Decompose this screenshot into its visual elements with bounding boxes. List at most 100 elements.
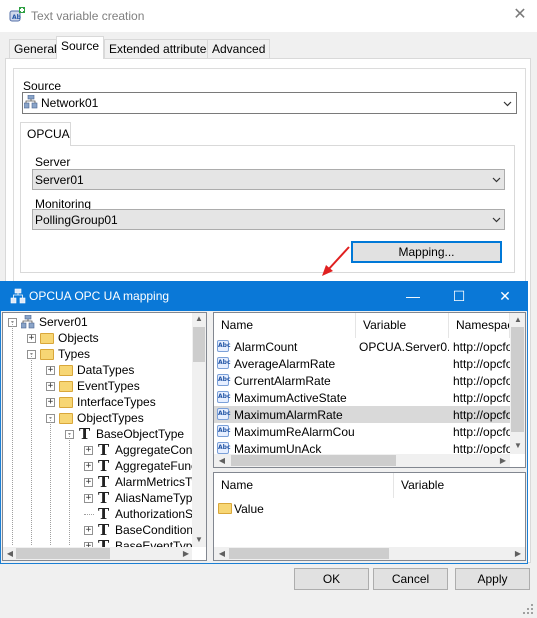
scroll-left-icon[interactable]: ◀	[4, 549, 16, 559]
list-row[interactable]: AbcMaximumActiveState http://opcfour	[214, 389, 510, 406]
folder-icon	[59, 413, 73, 424]
close-icon[interactable]: ✕	[508, 4, 532, 26]
column-header-name[interactable]: Name	[214, 473, 394, 498]
object-type-icon: T	[98, 489, 110, 507]
scroll-left-icon[interactable]: ◀	[216, 549, 228, 559]
expand-icon[interactable]: +	[46, 366, 55, 375]
list-row[interactable]: Abc AlarmCount OPCUA.Server0... http://opcf…	[214, 338, 510, 355]
scroll-up-icon[interactable]: ▲	[193, 314, 205, 324]
tree-node[interactable]: - T BaseObjectType	[0, 426, 190, 442]
list-row[interactable]: AbcMaximumReAlarmCount http://opcfour	[214, 423, 510, 440]
list-row[interactable]: Value	[214, 500, 524, 517]
chevron-down-icon	[492, 177, 501, 183]
tab-advanced[interactable]: Advanced	[207, 39, 271, 58]
tree-node-label: DataTypes	[77, 363, 135, 377]
column-header-namespace[interactable]: Namespace	[449, 313, 510, 338]
object-type-icon: T	[79, 425, 91, 443]
tree-vertical-scroll-thumb[interactable]	[193, 327, 205, 362]
tree-node[interactable]: + T AggregateFunc	[0, 457, 197, 475]
object-type-icon: T	[98, 441, 110, 459]
tree-node[interactable]: + DataTypes	[0, 362, 190, 378]
tree-node-label: InterfaceTypes	[77, 395, 156, 409]
scroll-down-icon[interactable]: ▼	[193, 535, 205, 545]
source-value: Network01	[41, 96, 99, 110]
scroll-right-icon[interactable]: ▶	[180, 549, 192, 559]
list-row[interactable]: AbcCurrentAlarmRate http://opcfour	[214, 372, 510, 389]
expand-icon[interactable]: +	[46, 398, 55, 407]
expand-icon[interactable]: +	[84, 446, 93, 455]
tree-node[interactable]: - Types	[0, 346, 190, 362]
tree-node[interactable]: + T BaseConditionC	[0, 522, 202, 538]
mapping-button[interactable]: Mapping...	[351, 241, 502, 263]
mapping-window-title: OPCUA OPC UA mapping	[29, 289, 170, 303]
expand-icon[interactable]: +	[84, 526, 93, 535]
tab-opcua[interactable]: OPCUA	[20, 122, 71, 146]
tree-node[interactable]: + InterfaceTypes	[0, 394, 190, 410]
expand-icon[interactable]: +	[84, 462, 93, 471]
cell-name: AlarmCount	[234, 340, 298, 354]
resize-grip-icon[interactable]	[522, 603, 534, 615]
tree-node-label: Server01	[39, 315, 88, 329]
cancel-button[interactable]: Cancel	[373, 568, 448, 590]
list-row[interactable]: AbcMaximumAlarmRate http://opcfour	[214, 406, 510, 423]
tree-node[interactable]: + Objects	[0, 330, 190, 346]
tree-node[interactable]: + EventTypes	[0, 378, 190, 394]
close-icon[interactable]: ✕	[482, 281, 528, 311]
scroll-right-icon[interactable]: ▶	[512, 549, 524, 559]
object-type-icon: T	[98, 457, 110, 475]
cell-name: AverageAlarmRate	[234, 357, 336, 371]
tree-node[interactable]: + T AlarmMetricsTy	[0, 474, 198, 490]
sub-list-horizontal-scroll-thumb[interactable]	[229, 548, 389, 559]
tree-node[interactable]: T AuthorizationSe	[0, 506, 200, 522]
cell-name: Value	[234, 502, 264, 516]
cell-name: MaximumAlarmRate	[234, 408, 343, 422]
tree-node-label: AuthorizationSe	[115, 507, 200, 521]
chevron-down-icon	[503, 101, 512, 107]
column-header-variable[interactable]: Variable	[394, 473, 525, 498]
tree-connector	[84, 514, 94, 515]
expand-icon[interactable]: +	[84, 478, 93, 487]
ok-button[interactable]: OK	[294, 568, 369, 590]
expand-icon[interactable]: +	[46, 382, 55, 391]
tree-node-label: AggregateConf	[115, 443, 196, 457]
scroll-up-icon[interactable]: ▲	[512, 315, 524, 325]
folder-icon	[40, 349, 54, 360]
minimize-icon[interactable]: —	[390, 281, 436, 311]
cell-namespace: http://opcfour	[453, 374, 510, 388]
list-row[interactable]: AbcAverageAlarmRate http://opcfour	[214, 355, 510, 372]
column-header-name[interactable]: Name	[214, 313, 356, 338]
tree-node[interactable]: + T AliasNameType	[0, 489, 199, 507]
chevron-down-icon	[492, 217, 501, 223]
expand-icon[interactable]: +	[27, 334, 36, 343]
cell-name: CurrentAlarmRate	[234, 374, 331, 388]
tree-node[interactable]: - Server01	[0, 314, 190, 330]
svg-text:Ab: Ab	[12, 14, 22, 21]
tab-extended-attributes[interactable]: Extended attributes	[104, 39, 218, 58]
folder-icon	[40, 333, 54, 344]
cell-namespace: http://opcfour	[453, 391, 510, 405]
tree-node[interactable]: + T AggregateConf	[0, 441, 196, 459]
cell-namespace: http://opcfour	[453, 340, 510, 354]
string-variable-icon: Abc	[217, 425, 231, 437]
server-combo[interactable]	[32, 169, 505, 190]
list-horizontal-scroll-thumb[interactable]	[231, 455, 396, 466]
tab-source[interactable]: Source	[56, 36, 105, 59]
app-icon: Ab	[9, 7, 25, 22]
tree-node[interactable]: - ObjectTypes	[0, 410, 190, 426]
tree-node-label: Objects	[58, 331, 99, 345]
maximize-icon[interactable]: ☐	[436, 281, 482, 311]
expand-icon[interactable]: +	[84, 494, 93, 503]
scroll-right-icon[interactable]: ▶	[497, 456, 509, 466]
column-header-variable[interactable]: Variable	[356, 313, 449, 338]
tree-horizontal-scroll-thumb[interactable]	[16, 548, 110, 559]
server-icon	[21, 315, 35, 329]
tab-general[interactable]: General	[9, 39, 62, 58]
list-vertical-scroll-thumb[interactable]	[511, 327, 524, 432]
apply-button[interactable]: Apply	[455, 568, 530, 590]
scroll-left-icon[interactable]: ◀	[216, 456, 228, 466]
tree-guide-line	[50, 418, 51, 545]
tree-node-label: ObjectTypes	[77, 411, 144, 425]
source-label: Source	[23, 79, 62, 93]
scroll-down-icon[interactable]: ▼	[512, 441, 524, 451]
tree-node-label: BaseObjectType	[96, 427, 185, 441]
